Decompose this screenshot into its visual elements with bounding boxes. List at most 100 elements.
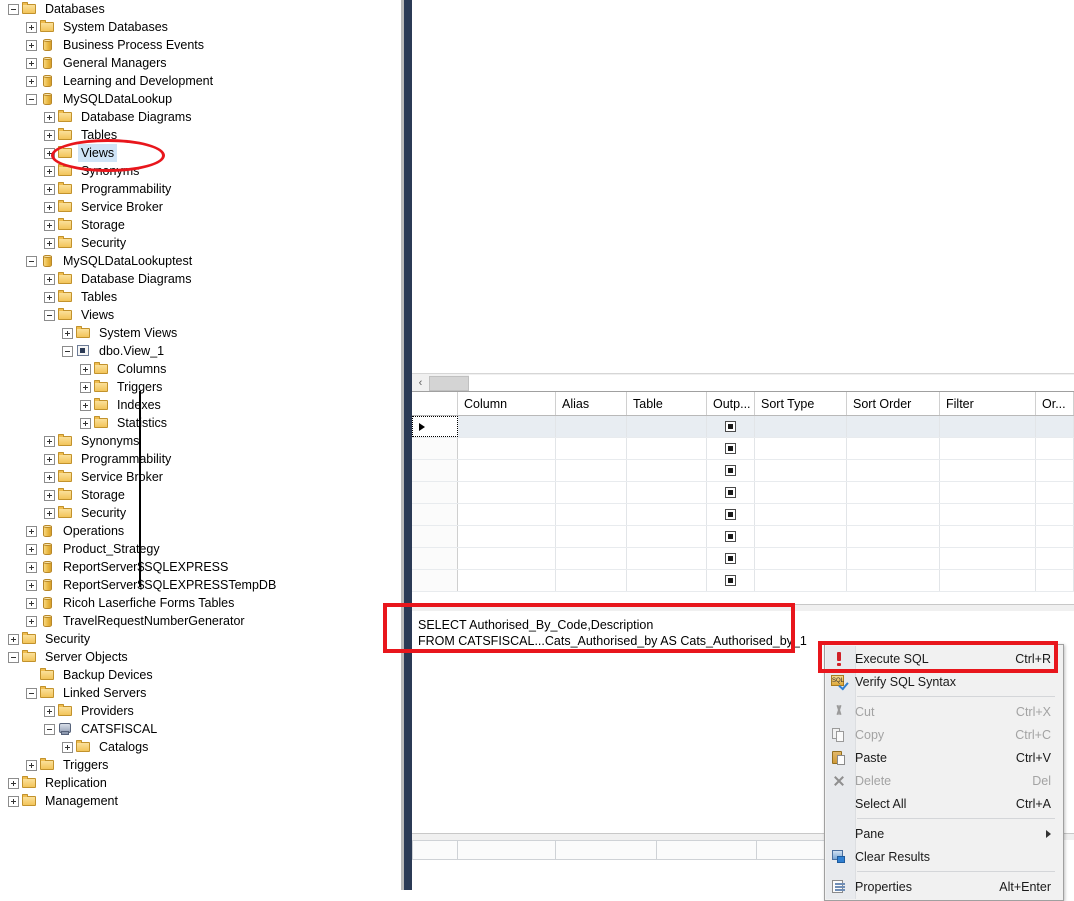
- expand-plus-icon[interactable]: [8, 795, 19, 807]
- grid-cell[interactable]: [1036, 570, 1074, 591]
- grid-cell[interactable]: [556, 416, 627, 437]
- expand-plus-icon[interactable]: [26, 543, 37, 555]
- tree-item-database-diagrams[interactable]: Database Diagrams: [0, 108, 404, 126]
- collapse-minus-icon[interactable]: [8, 3, 19, 15]
- grid-cell[interactable]: [458, 548, 556, 569]
- grid-cell[interactable]: [556, 548, 627, 569]
- grid-cell[interactable]: [1036, 548, 1074, 569]
- output-checkbox-cell[interactable]: [707, 416, 755, 437]
- tree-item-tables[interactable]: Tables: [0, 288, 404, 306]
- grid-cell[interactable]: [940, 504, 1036, 525]
- collapse-minus-icon[interactable]: [44, 723, 55, 735]
- row-selector-cell[interactable]: [412, 526, 458, 547]
- criteria-grid-row[interactable]: [412, 548, 1074, 570]
- tree-item-synonyms[interactable]: Synonyms: [0, 162, 404, 180]
- tree-item-storage[interactable]: Storage: [0, 486, 404, 504]
- expand-plus-icon[interactable]: [44, 165, 55, 177]
- tree-item-databases[interactable]: Databases: [0, 0, 404, 18]
- menu-item-select-all[interactable]: Select All Ctrl+A: [825, 792, 1063, 815]
- tree-item-reportserver-sqlexpress[interactable]: ReportServer$SQLEXPRESS: [0, 558, 404, 576]
- grid-cell[interactable]: [847, 504, 940, 525]
- criteria-grid-row[interactable]: [412, 504, 1074, 526]
- grid-cell[interactable]: [458, 570, 556, 591]
- results-column-header[interactable]: [412, 840, 458, 860]
- tree-item-operations[interactable]: Operations: [0, 522, 404, 540]
- tree-item-system-databases[interactable]: System Databases: [0, 18, 404, 36]
- menu-item-execute-sql[interactable]: Execute SQL Ctrl+R: [818, 641, 1063, 673]
- object-explorer-tree[interactable]: Databases System Databases Business Proces…: [0, 0, 404, 890]
- grid-header-or[interactable]: Or...: [1036, 392, 1074, 415]
- tree-item-programmability[interactable]: Programmability: [0, 180, 404, 198]
- criteria-grid-row[interactable]: [412, 482, 1074, 504]
- grid-cell[interactable]: [755, 548, 847, 569]
- grid-cell[interactable]: [458, 504, 556, 525]
- menu-item-clear-results[interactable]: Clear Results: [825, 845, 1063, 868]
- expand-plus-icon[interactable]: [26, 597, 37, 609]
- tree-item-security[interactable]: Security: [0, 630, 404, 648]
- grid-cell[interactable]: [458, 438, 556, 459]
- expand-plus-icon[interactable]: [44, 201, 55, 213]
- expand-plus-icon[interactable]: [62, 741, 73, 753]
- row-selector-cell[interactable]: [412, 460, 458, 481]
- tree-item-security[interactable]: Security: [0, 504, 404, 522]
- grid-header-sorttype[interactable]: Sort Type: [755, 392, 847, 415]
- expand-plus-icon[interactable]: [8, 633, 19, 645]
- grid-cell[interactable]: [940, 460, 1036, 481]
- grid-cell[interactable]: [940, 416, 1036, 437]
- tree-item-views[interactable]: Views: [0, 306, 404, 324]
- criteria-grid-row[interactable]: [412, 416, 1074, 438]
- collapse-minus-icon[interactable]: [26, 255, 37, 267]
- grid-cell[interactable]: [755, 570, 847, 591]
- grid-cell[interactable]: [940, 526, 1036, 547]
- expand-plus-icon[interactable]: [26, 561, 37, 573]
- criteria-grid-row[interactable]: [412, 526, 1074, 548]
- expand-plus-icon[interactable]: [44, 237, 55, 249]
- scrollbar-track[interactable]: [469, 374, 1074, 392]
- tree-item-triggers[interactable]: Triggers: [0, 378, 404, 396]
- tree-item-replication[interactable]: Replication: [0, 774, 404, 792]
- grid-header-rowselect[interactable]: [412, 392, 458, 415]
- tree-item-linked-servers[interactable]: Linked Servers: [0, 684, 404, 702]
- output-checkbox[interactable]: [725, 487, 736, 498]
- tree-item-storage[interactable]: Storage: [0, 216, 404, 234]
- tree-item-management[interactable]: Management: [0, 792, 404, 810]
- grid-cell[interactable]: [755, 460, 847, 481]
- grid-cell[interactable]: [458, 460, 556, 481]
- collapse-minus-icon[interactable]: [8, 651, 19, 663]
- tree-item-system-views[interactable]: System Views: [0, 324, 404, 342]
- expand-plus-icon[interactable]: [26, 579, 37, 591]
- grid-cell[interactable]: [847, 438, 940, 459]
- output-checkbox[interactable]: [725, 509, 736, 520]
- tree-item-synonyms[interactable]: Synonyms: [0, 432, 404, 450]
- grid-cell[interactable]: [1036, 416, 1074, 437]
- expand-plus-icon[interactable]: [26, 39, 37, 51]
- tree-item-backup-devices[interactable]: Backup Devices: [0, 666, 404, 684]
- menu-item-properties[interactable]: Properties Alt+Enter: [825, 875, 1063, 898]
- tree-item-security[interactable]: Security: [0, 234, 404, 252]
- grid-cell[interactable]: [627, 438, 707, 459]
- diagram-pane[interactable]: [412, 0, 1074, 373]
- criteria-grid-row[interactable]: [412, 460, 1074, 482]
- tree-item-reportserver-sqlexpresstempdb[interactable]: ReportServer$SQLEXPRESSTempDB: [0, 576, 404, 594]
- menu-item-verify-sql-syntax[interactable]: Verify SQL Syntax: [825, 670, 1063, 693]
- grid-cell[interactable]: [627, 504, 707, 525]
- grid-cell[interactable]: [940, 438, 1036, 459]
- grid-cell[interactable]: [458, 416, 556, 437]
- criteria-grid-row[interactable]: [412, 570, 1074, 592]
- output-checkbox[interactable]: [725, 465, 736, 476]
- expand-plus-icon[interactable]: [44, 147, 55, 159]
- grid-cell[interactable]: [627, 570, 707, 591]
- tree-item-learning-and-development[interactable]: Learning and Development: [0, 72, 404, 90]
- expand-plus-icon[interactable]: [44, 489, 55, 501]
- tree-item-providers[interactable]: Providers: [0, 702, 404, 720]
- tree-item-general-managers[interactable]: General Managers: [0, 54, 404, 72]
- diagram-horizontal-scrollbar[interactable]: ‹: [412, 373, 1074, 392]
- tree-item-mysqldatalookup[interactable]: MySQLDataLookup: [0, 90, 404, 108]
- output-checkbox-cell[interactable]: [707, 570, 755, 591]
- grid-cell[interactable]: [627, 460, 707, 481]
- grid-cell[interactable]: [940, 482, 1036, 503]
- grid-cell[interactable]: [755, 504, 847, 525]
- expand-plus-icon[interactable]: [80, 417, 91, 429]
- expand-plus-icon[interactable]: [44, 453, 55, 465]
- grid-cell[interactable]: [627, 482, 707, 503]
